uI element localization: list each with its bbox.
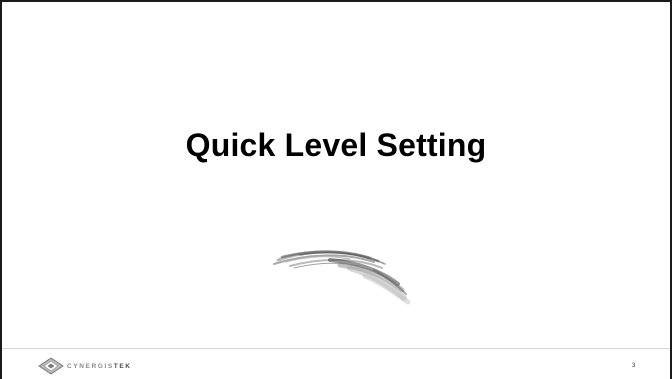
brand-name-strong: TEK bbox=[113, 362, 132, 370]
brush-stroke-icon bbox=[273, 250, 411, 305]
page-number: 3 bbox=[632, 363, 636, 369]
brand-name: CYNERGISTEK bbox=[67, 363, 132, 370]
footer-divider bbox=[2, 348, 670, 349]
brand-name-light: CYNERGIS bbox=[67, 362, 114, 370]
company-logo: CYNERGISTEK bbox=[38, 356, 132, 376]
slide-title: Quick Level Setting bbox=[185, 127, 487, 163]
cynergistek-diamond-logo-icon bbox=[38, 357, 64, 375]
slide: Quick Level Setting CYNERGISTEK 3 bbox=[0, 0, 672, 379]
